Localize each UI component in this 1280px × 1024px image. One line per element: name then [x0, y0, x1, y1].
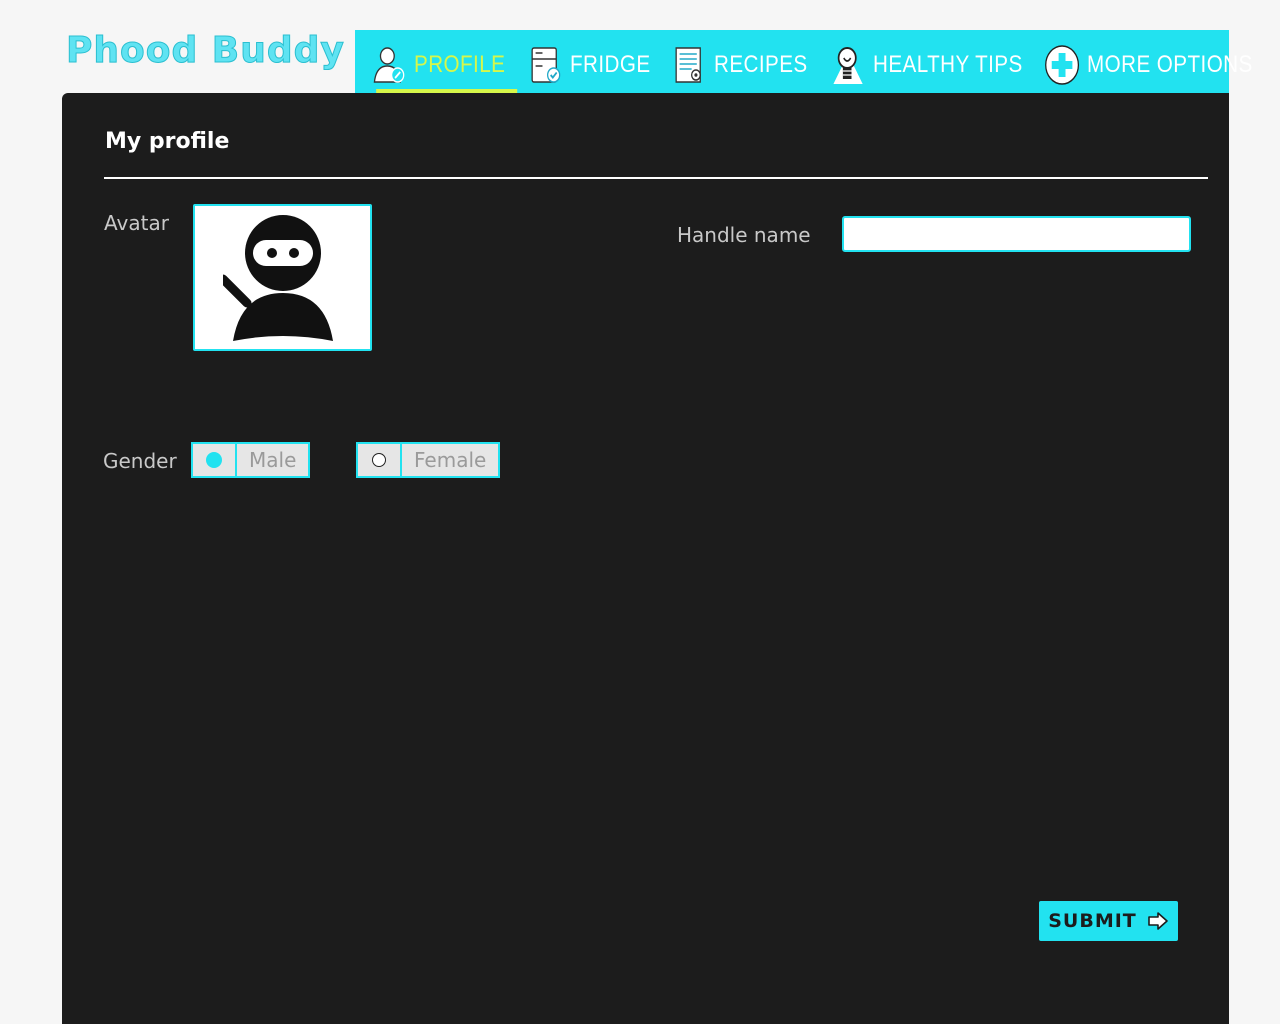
avatar-picker[interactable] — [193, 204, 372, 351]
submit-label: SUBMIT — [1048, 910, 1137, 932]
fridge-icon — [531, 47, 561, 83]
app-logo[interactable]: Phood Buddy — [66, 30, 345, 72]
gender-option-male[interactable]: Male — [191, 442, 311, 478]
page-title: My profile — [105, 129, 230, 154]
radio-male[interactable] — [193, 444, 237, 476]
gender-label: Gender — [103, 449, 177, 473]
profile-panel: My profile Avatar Handle name Gender Mal… — [62, 93, 1229, 1024]
avatar-label: Avatar — [104, 211, 169, 235]
handle-name-input[interactable] — [842, 216, 1191, 252]
recipes-icon — [675, 47, 701, 83]
nav-item-recipes[interactable]: RECIPES — [671, 30, 808, 100]
nav-label-healthy-tips: HEALTHY TIPS — [872, 51, 1023, 78]
nav-label-profile: PROFILE — [414, 51, 506, 78]
radio-female[interactable] — [358, 444, 402, 476]
main-nav: PROFILE FRIDGE RECIPES HEALTHY TIPS MORE… — [355, 30, 1252, 100]
nav-item-healthy-tips[interactable]: HEALTHY TIPS — [830, 30, 1023, 100]
nav-item-fridge[interactable]: FRIDGE — [527, 30, 651, 100]
gender-male-label: Male — [249, 448, 297, 472]
handle-name-label: Handle name — [677, 223, 811, 247]
arrow-right-icon — [1147, 912, 1168, 930]
gender-option-female[interactable]: Female — [356, 442, 501, 478]
nav-label-recipes: RECIPES — [713, 51, 808, 78]
nav-item-profile[interactable]: PROFILE — [371, 30, 518, 100]
profile-icon — [373, 47, 405, 83]
nav-label-more-options: MORE OPTIONS — [1086, 51, 1253, 78]
radio-dot-unselected — [372, 453, 386, 467]
nav-item-more-options[interactable]: MORE OPTIONS — [1044, 30, 1253, 100]
radio-dot-selected — [206, 452, 222, 468]
lightbulb-icon — [833, 47, 863, 84]
gender-female-label: Female — [414, 448, 487, 472]
title-divider — [104, 177, 1208, 179]
submit-button[interactable]: SUBMIT — [1039, 901, 1178, 941]
ninja-avatar-icon — [222, 214, 333, 341]
plus-circle-icon — [1044, 45, 1079, 85]
nav-label-fridge: FRIDGE — [570, 51, 651, 78]
